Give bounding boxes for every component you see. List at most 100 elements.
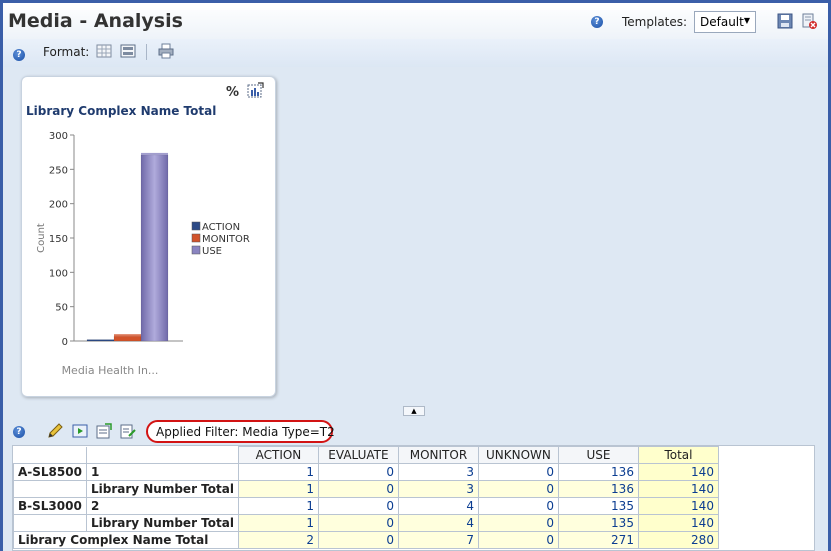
edit-pencil-icon[interactable] xyxy=(47,423,63,439)
table-row-subtotal: Library Number Total 1 0 4 0 135 140 xyxy=(13,514,719,532)
table-cell-total: 140 xyxy=(637,480,719,498)
table-cell: 1 xyxy=(237,480,319,498)
table-cell: 0 xyxy=(477,514,559,532)
table-row-grand-total: Library Complex Name Total 2 0 7 0 271 2… xyxy=(13,531,719,549)
table-cell: 0 xyxy=(477,463,559,481)
row-label: 1 xyxy=(85,463,239,481)
table-cell: 0 xyxy=(317,480,399,498)
y-tick-label: 150 xyxy=(49,234,68,245)
filter-edit-icon[interactable] xyxy=(120,423,136,439)
format-label: Format: xyxy=(43,45,90,59)
bar-action xyxy=(86,339,115,342)
y-tick-label: 300 xyxy=(49,131,68,142)
y-tick-label: 250 xyxy=(49,165,68,176)
applied-filter-label: Applied Filter: Media Type=T2 xyxy=(146,420,335,443)
bar-top-monitor xyxy=(114,334,141,337)
table-cell: 1 xyxy=(237,463,319,481)
table-header-row: ACTION EVALUATE MONITOR UNKNOWN USE Tota… xyxy=(13,446,719,464)
column-header[interactable]: EVALUATE xyxy=(317,446,399,464)
y-axis-label: Count xyxy=(36,223,47,253)
save-icon[interactable] xyxy=(777,13,793,29)
toolbar-divider xyxy=(146,44,147,60)
y-tick-label: 100 xyxy=(49,268,68,279)
legend-swatch-use xyxy=(191,245,201,255)
help-icon[interactable]: ? xyxy=(13,49,25,61)
table-row-subtotal: Library Number Total 1 0 3 0 136 140 xyxy=(13,480,719,498)
chevron-down-icon: ▼ xyxy=(743,16,750,25)
print-icon[interactable] xyxy=(158,43,174,59)
x-axis-label: Media Health In... xyxy=(62,364,159,377)
table-cell: 0 xyxy=(477,480,559,498)
y-tick-label: 0 xyxy=(62,337,68,348)
table-cell: 0 xyxy=(317,531,399,549)
table-cell-total: 140 xyxy=(637,514,719,532)
table-cell: 7 xyxy=(397,531,479,549)
page-title: Media - Analysis xyxy=(8,10,183,32)
row-group-label: B-SL3000 xyxy=(13,497,87,515)
table-row: A-SL8500 1 1 0 3 0 136 140 xyxy=(13,463,719,481)
legend-swatch-action xyxy=(191,221,201,231)
help-icon[interactable]: ? xyxy=(13,426,25,438)
y-tick-label: 200 xyxy=(49,200,68,211)
delete-icon[interactable] xyxy=(801,13,817,29)
template-select[interactable]: Default ▼ xyxy=(694,11,756,33)
table-cell: 135 xyxy=(557,514,639,532)
grid-layout-icon[interactable] xyxy=(96,43,112,59)
column-header-total[interactable]: Total xyxy=(637,446,719,464)
collapse-splitter-button[interactable]: ▲ xyxy=(403,406,425,416)
row-group-label xyxy=(13,480,87,498)
legend-label-use: USE xyxy=(202,246,222,257)
templates-label: Templates: xyxy=(622,15,688,29)
split-layout-icon[interactable] xyxy=(120,43,136,59)
table-cell: 1 xyxy=(237,497,319,515)
bar-use xyxy=(140,154,169,342)
svg-text:%: % xyxy=(226,85,239,99)
table-cell: 0 xyxy=(477,531,559,549)
table-cell: 3 xyxy=(397,480,479,498)
corner-cell xyxy=(13,446,87,464)
table-cell: 3 xyxy=(397,463,479,481)
table-cell: 0 xyxy=(317,514,399,532)
table-cell-total: 280 xyxy=(637,531,719,549)
legend-label-monitor: MONITOR xyxy=(202,234,250,245)
export-icon[interactable] xyxy=(96,423,112,439)
row-group-label: A-SL8500 xyxy=(13,463,87,481)
column-header[interactable]: USE xyxy=(557,446,639,464)
table-cell: 1 xyxy=(237,514,319,532)
table-cell: 0 xyxy=(477,497,559,515)
table-cell: 271 xyxy=(557,531,639,549)
corner-cell xyxy=(85,446,239,464)
bar-monitor xyxy=(113,335,142,342)
table-cell: 0 xyxy=(317,463,399,481)
table-cell: 4 xyxy=(397,497,479,515)
chart-options-icon[interactable] xyxy=(247,82,264,99)
legend-label-action: ACTION xyxy=(202,222,240,233)
pivot-table: ACTION EVALUATE MONITOR UNKNOWN USE Tota… xyxy=(13,446,719,549)
chart-title: Library Complex Name Total xyxy=(26,104,217,118)
row-group-label xyxy=(13,514,87,532)
column-header[interactable]: MONITOR xyxy=(397,446,479,464)
bar-chart: 0 50 100 150 200 250 300 Count Media Health In..… xyxy=(36,131,250,377)
help-icon[interactable]: ? xyxy=(591,16,603,28)
row-label: Library Number Total xyxy=(85,480,239,498)
percent-icon[interactable]: % xyxy=(225,83,241,99)
table-cell: 136 xyxy=(557,480,639,498)
row-label: Library Number Total xyxy=(85,514,239,532)
table-cell: 2 xyxy=(237,531,319,549)
column-header[interactable]: ACTION xyxy=(237,446,319,464)
row-label: 2 xyxy=(85,497,239,515)
y-tick-label: 50 xyxy=(55,303,68,314)
table-cell: 136 xyxy=(557,463,639,481)
table-cell-total: 140 xyxy=(637,497,719,515)
grand-total-label: Library Complex Name Total xyxy=(13,531,239,549)
run-icon[interactable] xyxy=(72,423,88,439)
table-cell: 0 xyxy=(317,497,399,515)
template-select-value: Default xyxy=(700,15,744,29)
column-header[interactable]: UNKNOWN xyxy=(477,446,559,464)
table-cell: 135 xyxy=(557,497,639,515)
table-row: B-SL3000 2 1 0 4 0 135 140 xyxy=(13,497,719,515)
legend-swatch-monitor xyxy=(191,233,201,243)
table-cell-total: 140 xyxy=(637,463,719,481)
table-cell: 4 xyxy=(397,514,479,532)
bar-top-use xyxy=(141,152,168,155)
